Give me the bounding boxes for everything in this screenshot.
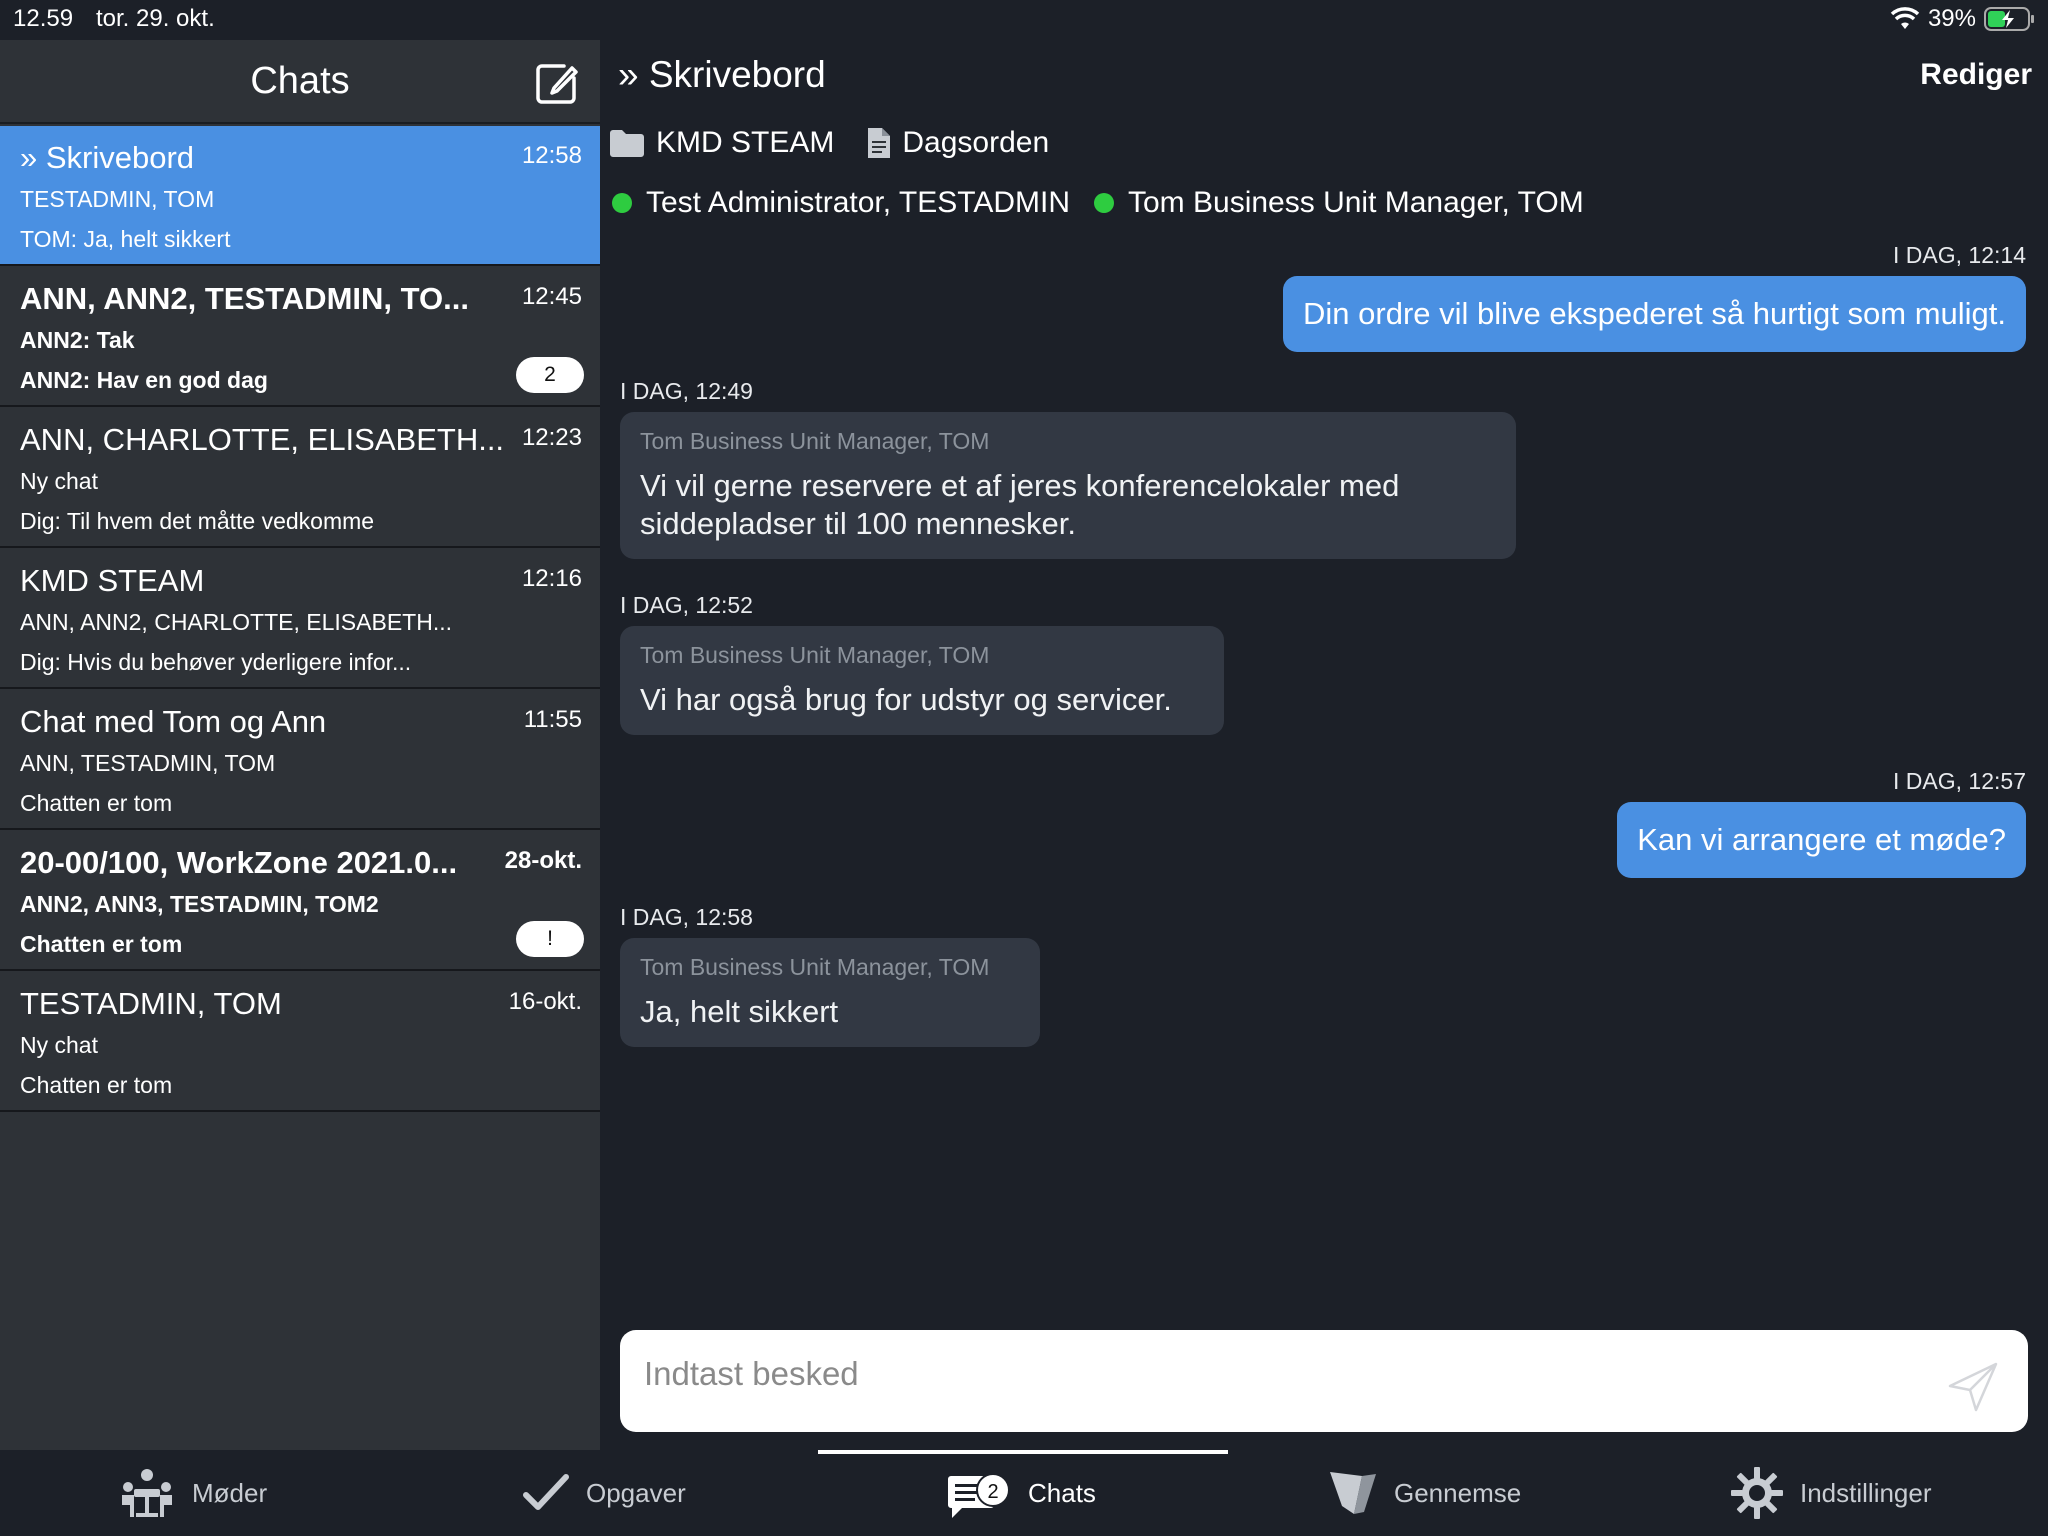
online-indicator	[612, 193, 632, 213]
tab-browse[interactable]: Gennemse	[1328, 1450, 1521, 1536]
chat-list-item[interactable]: ANN, CHARLOTTE, ELISABETH... 12:23 Ny ch…	[0, 408, 600, 548]
folder-link[interactable]: KMD STEAM	[656, 126, 834, 160]
unread-badge: 2	[516, 357, 584, 393]
chat-participants: ANN, ANN2, CHARLOTTE, ELISABETH...	[20, 609, 452, 635]
message-timestamp: I DAG, 12:57	[1893, 768, 2026, 794]
tab-label: Opgaver	[586, 1477, 686, 1508]
chat-last-message: Chatten er tom	[20, 931, 183, 957]
message-bubble-outgoing: Kan vi arrangere et møde?	[1617, 802, 2026, 878]
message-text: Vi har også brug for udstyr og servicer.	[640, 682, 1172, 717]
online-indicator	[1094, 193, 1114, 213]
chat-time: 12:23	[521, 424, 582, 451]
conversation-header: » Skrivebord Rediger KMD STEAM Dagsorden…	[600, 40, 2048, 232]
chat-list-item[interactable]: KMD STEAM 12:16 ANN, ANN2, CHARLOTTE, EL…	[0, 549, 600, 689]
chat-last-message: Chatten er tom	[20, 1072, 173, 1098]
message-sender: Tom Business Unit Manager, TOM	[640, 642, 990, 668]
chat-title: » Skrivebord	[20, 140, 195, 175]
status-date: tor. 29. okt.	[96, 5, 215, 32]
chat-list-sidebar: Chats » Skrivebord 12:58 TESTADMIN, TOM …	[0, 40, 600, 1450]
tab-meetings[interactable]: Møder	[118, 1450, 267, 1536]
tab-label: Chats	[1028, 1477, 1096, 1508]
chat-time: 12:16	[521, 565, 582, 592]
tab-label: Gennemse	[1394, 1477, 1522, 1508]
sidebar-header: Chats	[0, 40, 600, 124]
tab-badge: 2	[976, 1473, 1010, 1507]
tab-tasks[interactable]: Opgaver	[522, 1450, 686, 1536]
message-sender: Tom Business Unit Manager, TOM	[640, 954, 990, 980]
chat-last-message: Dig: Hvis du behøver yderligere infor...	[20, 649, 412, 675]
message-text: Vi vil gerne reservere et af jeres konfe…	[640, 468, 1400, 541]
chat-icon-wrapper: 2	[946, 1463, 1012, 1523]
chat-participants: ANN, TESTADMIN, TOM	[20, 750, 276, 776]
tab-label: Indstillinger	[1800, 1477, 1932, 1508]
chat-title: ANN, ANN2, TESTADMIN, TO...	[20, 281, 469, 316]
conversation-title: » Skrivebord	[618, 54, 826, 95]
message-timestamp: I DAG, 12:58	[620, 904, 753, 930]
chat-list-item[interactable]: Chat med Tom og Ann 11:55 ANN, TESTADMIN…	[0, 690, 600, 830]
tab-bar: Møder Opgaver 2 Chats Gennemse Indstilli…	[0, 1450, 2048, 1536]
document-icon	[868, 128, 891, 158]
chat-last-message: ANN2: Hav en god dag	[20, 367, 268, 393]
chat-title: KMD STEAM	[20, 563, 205, 598]
status-bar: 12.59 tor. 29. okt. 39%	[0, 0, 2048, 40]
chat-list-item[interactable]: ANN, ANN2, TESTADMIN, TO... 12:45 ANN2: …	[0, 267, 600, 407]
chat-time: 28-okt.	[504, 847, 582, 874]
message-composer	[620, 1330, 2028, 1432]
participant-list: Test Administrator, TESTADMIN Tom Busine…	[612, 186, 1584, 220]
battery-percent: 39%	[1927, 5, 1976, 32]
chat-time: 16-okt.	[508, 988, 582, 1015]
chat-last-message: Chatten er tom	[20, 790, 173, 816]
message-text: Ja, helt sikkert	[640, 994, 839, 1029]
chat-participants: TESTADMIN, TOM	[20, 186, 215, 212]
chat-list-item[interactable]: TESTADMIN, TOM 16-okt. Ny chat Chatten e…	[0, 972, 600, 1112]
message-timestamp: I DAG, 12:49	[620, 378, 753, 404]
message-sender: Tom Business Unit Manager, TOM	[640, 428, 990, 454]
tab-label: Møder	[192, 1477, 268, 1508]
gear-icon	[1731, 1467, 1783, 1519]
chat-time: 12:45	[521, 283, 582, 310]
checkmark-icon	[523, 1474, 569, 1510]
chat-participants: ANN2, ANN3, TESTADMIN, TOM2	[20, 891, 379, 917]
chat-participants: Ny chat	[20, 468, 98, 494]
chat-title: ANN, CHARLOTTE, ELISABETH...	[20, 422, 505, 457]
chat-time: 12:58	[521, 142, 582, 169]
chat-participants: Ny chat	[20, 1032, 98, 1058]
chat-title: Chat med Tom og Ann	[20, 704, 327, 739]
folder-icon	[610, 130, 644, 157]
message-bubble-incoming: Tom Business Unit Manager, TOM Vi vil ge…	[620, 412, 1516, 559]
chat-conversation: » Skrivebord Rediger KMD STEAM Dagsorden…	[600, 40, 2048, 1450]
message-input[interactable]	[644, 1344, 1944, 1404]
status-right: 39%	[1890, 5, 2036, 33]
tab-settings[interactable]: Indstillinger	[1730, 1450, 1932, 1536]
chat-list-item[interactable]: 20-00/100, WorkZone 2021.0... 28-okt. AN…	[0, 831, 600, 971]
message-bubble-incoming: Tom Business Unit Manager, TOM Ja, helt …	[620, 938, 1040, 1047]
compose-icon[interactable]	[534, 60, 580, 106]
meetings-icon	[122, 1469, 172, 1517]
message-timestamp: I DAG, 12:52	[620, 592, 753, 618]
participant-name: Tom Business Unit Manager, TOM	[1128, 186, 1584, 219]
message-bubble-outgoing: Din ordre vil blive ekspederet så hurtig…	[1283, 276, 2026, 352]
edit-button[interactable]: Rediger	[1920, 58, 2032, 92]
chat-time: 11:55	[523, 706, 582, 733]
chat-participants: ANN2: Tak	[20, 327, 135, 353]
alert-badge: !	[516, 921, 584, 957]
browse-icon	[1330, 1472, 1376, 1514]
chat-list-item[interactable]: » Skrivebord 12:58 TESTADMIN, TOM TOM: J…	[0, 126, 600, 266]
wifi-icon	[1890, 7, 1920, 29]
send-icon[interactable]	[1946, 1360, 2000, 1414]
message-bubble-incoming: Tom Business Unit Manager, TOM Vi har og…	[620, 626, 1224, 735]
sidebar-title: Chats	[250, 60, 350, 102]
tab-chats[interactable]: 2 Chats	[946, 1450, 1096, 1536]
chat-last-message: Dig: Til hvem det måtte vedkomme	[20, 508, 375, 534]
document-link[interactable]: Dagsorden	[902, 126, 1049, 160]
battery-icon	[1984, 7, 2034, 31]
chat-title: 20-00/100, WorkZone 2021.0...	[20, 845, 458, 880]
participant-name: Test Administrator, TESTADMIN	[646, 186, 1070, 219]
message-list: I DAG, 12:14 Din ordre vil blive ekspede…	[600, 232, 2048, 1332]
chat-title: TESTADMIN, TOM	[20, 986, 282, 1021]
chat-last-message: TOM: Ja, helt sikkert	[20, 226, 231, 252]
message-timestamp: I DAG, 12:14	[1893, 242, 2026, 268]
conversation-links: KMD STEAM Dagsorden	[608, 126, 1049, 160]
status-time: 12.59	[13, 5, 74, 32]
